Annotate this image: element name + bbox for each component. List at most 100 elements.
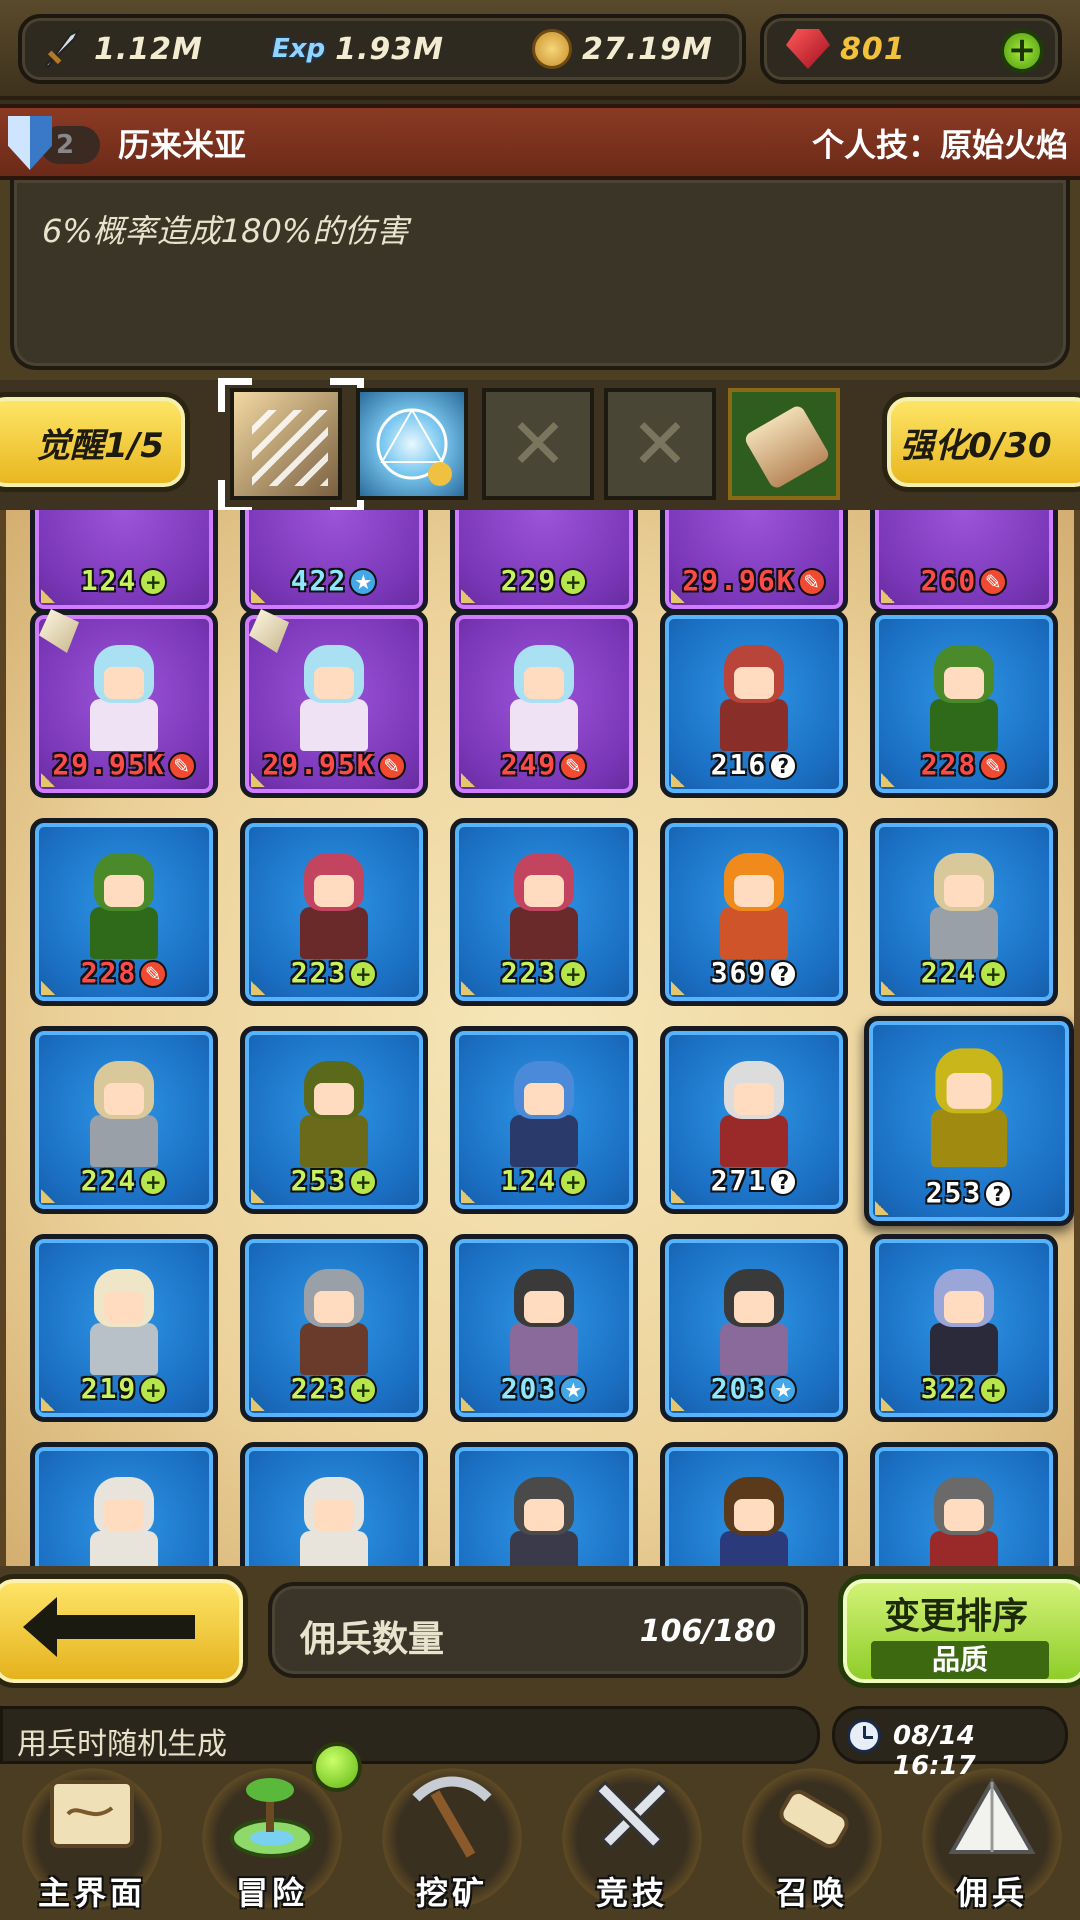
mercenary-card[interactable]: 223 + xyxy=(240,818,428,1006)
mercenary-card[interactable] xyxy=(30,1442,218,1566)
portrait-body xyxy=(510,1323,578,1375)
mercenary-portrait xyxy=(916,1269,1012,1379)
mercenary-card[interactable]: 369? xyxy=(660,818,848,1006)
awaken-button[interactable]: 觉醒1/5 xyxy=(0,392,190,492)
mercenary-level: 422 ★ xyxy=(245,564,423,597)
exp-icon: Exp xyxy=(272,34,326,64)
unknown-badge-icon: ? xyxy=(769,752,798,780)
enhance-button[interactable]: 强化0/30 xyxy=(882,392,1080,492)
add-ruby-button[interactable]: + xyxy=(1000,29,1044,73)
map-icon xyxy=(50,1780,134,1848)
mercenary-level: 253? xyxy=(869,1176,1069,1209)
skill-badge-icon: ✎ xyxy=(559,752,588,780)
portrait-body xyxy=(300,1531,368,1566)
portrait-body xyxy=(720,907,788,959)
crystal-icon xyxy=(249,609,289,653)
island-icon xyxy=(230,1778,314,1858)
portrait-body xyxy=(90,1323,158,1375)
mercenary-card[interactable]: 322 + xyxy=(870,1234,1058,1422)
mercenary-card[interactable] xyxy=(870,1442,1058,1566)
skill-slot-4-locked[interactable]: ✕ xyxy=(604,388,716,500)
mercenary-card[interactable]: 253? xyxy=(864,1016,1074,1226)
coin-icon xyxy=(532,29,572,69)
mercenary-card[interactable]: 223 + xyxy=(450,818,638,1006)
star-badge-icon: ★ xyxy=(769,1376,798,1404)
upgrade-badge-icon: + xyxy=(349,1376,378,1404)
upgrade-badge-icon: + xyxy=(979,960,1008,988)
exp-resource: Exp 1.93M xyxy=(272,18,444,80)
mercenary-count-label: 佣兵数量 xyxy=(300,1619,445,1660)
portrait-face xyxy=(524,1083,564,1115)
mercenary-level: 29.95K ✎ xyxy=(35,748,213,781)
mercenary-level-text: 271 xyxy=(710,1164,768,1197)
mercenary-card[interactable]: 216? xyxy=(660,610,848,798)
mercenary-card[interactable]: 29.95K ✎ xyxy=(240,609,428,798)
hero-title-ribbon: 2 历来米亚 个人技：原始火焰 xyxy=(0,104,1080,180)
mercenary-portrait xyxy=(706,645,802,755)
skill-slot-3-locked[interactable]: ✕ xyxy=(482,388,594,500)
back-button[interactable] xyxy=(0,1574,248,1688)
mercenary-level: 219 + xyxy=(35,1372,213,1405)
mercenary-portrait xyxy=(496,853,592,963)
mercenary-card[interactable]: 228 ✎ xyxy=(30,818,218,1006)
mercenary-card[interactable]: 229 + xyxy=(450,510,638,614)
mercenary-card[interactable] xyxy=(240,1442,428,1566)
mercenary-card[interactable]: 271? xyxy=(660,1026,848,1214)
mercenary-card[interactable]: 124 + xyxy=(450,1026,638,1214)
mercenary-portrait xyxy=(76,1477,172,1566)
nav-mercenary[interactable]: 佣兵 xyxy=(902,1750,1080,1920)
portrait-body xyxy=(90,699,158,751)
portrait-face xyxy=(734,1083,774,1115)
mercenary-level: 223 + xyxy=(455,956,633,989)
portrait-face xyxy=(524,1499,564,1531)
mercenary-card[interactable]: 29.96K ✎ xyxy=(660,510,848,614)
notification-dot xyxy=(312,1742,362,1792)
mercenary-card[interactable]: 249 ✎ xyxy=(450,610,638,798)
mercenary-portrait xyxy=(706,1061,802,1171)
mercenary-card[interactable]: 223 + xyxy=(240,1234,428,1422)
nav-mining[interactable]: 挖矿 xyxy=(362,1750,542,1920)
mercenary-card[interactable] xyxy=(660,1442,848,1566)
resource-bar: 1.12M Exp 1.93M 27.19M 801 + xyxy=(0,0,1080,100)
mercenary-level-text: 322 xyxy=(920,1372,978,1405)
mercenary-level: 369? xyxy=(665,956,843,989)
mercenary-card[interactable]: 253 + xyxy=(240,1026,428,1214)
mercenary-list[interactable]: 124 +422 ★ 229 +29.96K ✎ 260 ✎ 29.95K ✎ 29.95K ✎ 249… xyxy=(0,510,1080,1566)
mercenary-portrait xyxy=(76,853,172,963)
mercenary-card[interactable]: 260 ✎ xyxy=(870,510,1058,614)
mercenary-card[interactable]: 224 + xyxy=(30,1026,218,1214)
attack-resource: 1.12M xyxy=(40,18,203,80)
star-badge-icon: ★ xyxy=(349,568,378,596)
change-sort-button[interactable]: 变更排序 品质 xyxy=(838,1574,1080,1688)
mercenary-level-text: 124 xyxy=(80,564,138,597)
nav-arena[interactable]: 竞技 xyxy=(542,1750,722,1920)
mercenary-card[interactable]: 203 ★ xyxy=(450,1234,638,1422)
mercenary-level: 203 ★ xyxy=(455,1372,633,1405)
mercenary-card[interactable]: 422 ★ xyxy=(240,510,428,614)
nav-summon[interactable]: 召唤 xyxy=(722,1750,902,1920)
mercenary-portrait xyxy=(76,1061,172,1171)
mercenary-level: 253 + xyxy=(245,1164,423,1197)
locked-slot-icon: ✕ xyxy=(508,403,568,485)
magic-circle-icon xyxy=(376,407,452,486)
mercenary-card[interactable]: 219 + xyxy=(30,1234,218,1422)
mercenary-card[interactable]: 224 + xyxy=(870,818,1058,1006)
skill-description-box: 6%概率造成180%的伤害 xyxy=(10,180,1070,370)
mercenary-level-text: 229 xyxy=(500,564,558,597)
mercenary-card[interactable]: 29.95K ✎ xyxy=(30,609,218,798)
mercenary-level-text: 203 xyxy=(710,1372,768,1405)
gold-resource: 27.19M xyxy=(532,18,713,80)
mercenary-level: 271? xyxy=(665,1164,843,1197)
mercenary-card[interactable]: 124 + xyxy=(30,510,218,614)
mercenary-card[interactable]: 228 ✎ xyxy=(870,610,1058,798)
portrait-face xyxy=(314,875,354,907)
skill-slot-5[interactable] xyxy=(728,388,840,500)
portrait-face xyxy=(734,1499,774,1531)
skill-slot-2[interactable] xyxy=(356,388,468,500)
nav-main[interactable]: 主界面 xyxy=(2,1750,182,1920)
mercenary-level-text: 124 xyxy=(500,1164,558,1197)
mercenary-card[interactable]: 203 ★ xyxy=(660,1234,848,1422)
portrait-body xyxy=(300,1115,368,1167)
mercenary-card[interactable] xyxy=(450,1442,638,1566)
mercenary-portrait xyxy=(706,853,802,963)
